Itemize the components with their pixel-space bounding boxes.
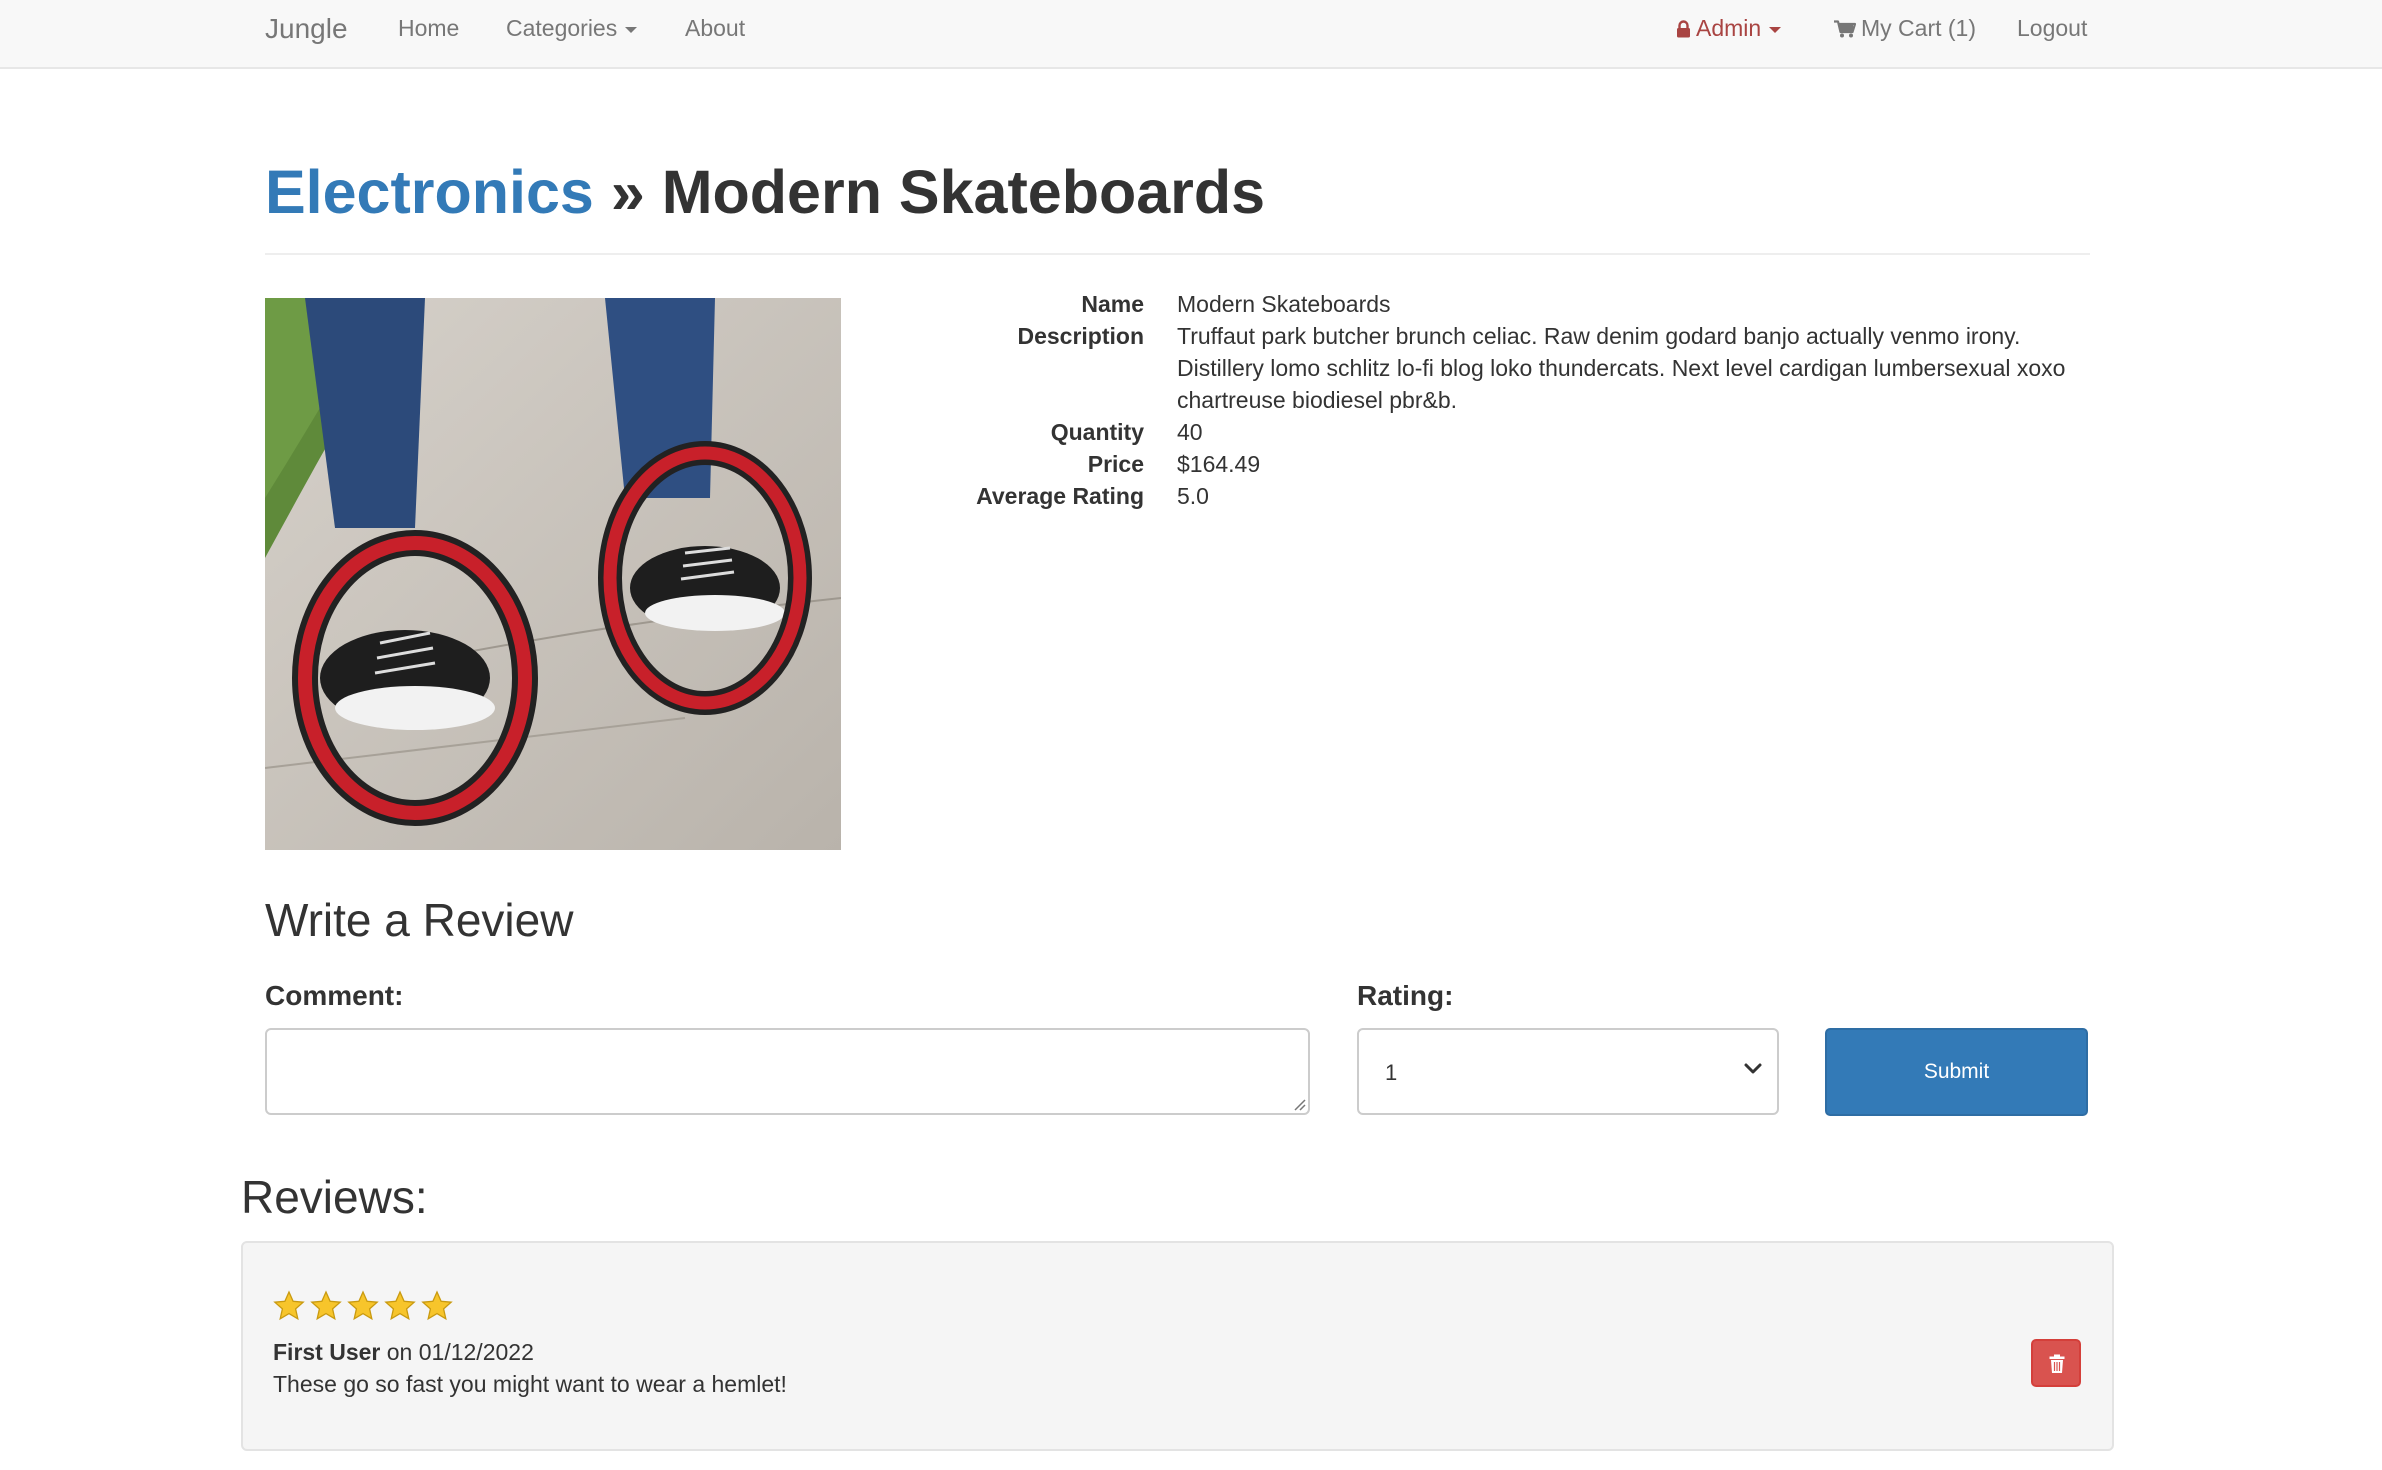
nav-home[interactable]: Home <box>398 0 459 57</box>
caret-down-icon <box>625 26 638 33</box>
detail-row-rating: Average Rating 5.0 <box>0 480 2382 512</box>
review-stars <box>273 1290 453 1322</box>
page-title: Electronics » Modern Skateboards <box>265 150 1265 234</box>
shopping-cart-icon <box>1834 20 1856 38</box>
breadcrumb-product: Modern Skateboards <box>661 158 1266 226</box>
star-icon <box>384 1290 416 1321</box>
top-navbar: Jungle Home Categories About Admin My Ca… <box>0 0 2382 69</box>
review-meta: First User on 01/12/2022 <box>273 1339 534 1366</box>
submit-review-button[interactable]: Submit <box>1825 1028 2088 1116</box>
review-on: on <box>386 1339 413 1365</box>
comment-label: Comment: <box>265 980 404 1011</box>
comment-textarea[interactable] <box>265 1028 1310 1115</box>
breadcrumb-separator: » <box>610 158 645 226</box>
title-divider <box>265 253 2090 255</box>
detail-label-price: Price <box>1087 451 1144 477</box>
detail-row-quantity: Quantity 40 <box>0 416 2382 448</box>
nav-admin-dropdown[interactable]: Admin <box>1676 0 1782 57</box>
detail-row-description: Description Truffaut park butcher brunch… <box>0 320 2382 416</box>
rating-select[interactable]: 1 <box>1357 1028 1779 1115</box>
nav-cart[interactable]: My Cart (1) <box>1834 0 1976 57</box>
detail-label-rating: Average Rating <box>976 483 1144 509</box>
detail-label-quantity: Quantity <box>1050 419 1144 445</box>
nav-categories-dropdown[interactable]: Categories <box>506 0 638 57</box>
detail-value-description: Truffaut park butcher brunch celiac. Raw… <box>1177 323 2066 413</box>
delete-review-button[interactable] <box>2031 1339 2081 1387</box>
review-text: These go so fast you might want to wear … <box>273 1371 787 1397</box>
detail-row-name: Name Modern Skateboards <box>0 288 2382 320</box>
detail-label-name: Name <box>1081 291 1144 317</box>
detail-value-quantity: 40 <box>1177 419 1203 445</box>
nav-about[interactable]: About <box>685 0 745 57</box>
star-icon <box>273 1290 305 1321</box>
detail-value-price: $164.49 <box>1177 451 1261 477</box>
star-icon <box>421 1290 453 1321</box>
review-card: First User on 01/12/2022 These go so fas… <box>241 1241 2114 1451</box>
nav-categories-label: Categories <box>506 15 618 41</box>
review-author: First User <box>273 1339 381 1365</box>
star-icon <box>310 1290 342 1321</box>
chevron-down-icon <box>1744 1063 1762 1074</box>
nav-cart-label: My Cart (1) <box>1861 15 1976 41</box>
resize-handle-icon[interactable] <box>1292 1097 1306 1111</box>
review-date: 01/12/2022 <box>418 1339 534 1365</box>
reviews-heading: Reviews: <box>241 1171 428 1223</box>
brand-link[interactable]: Jungle <box>265 0 348 57</box>
trash-icon <box>2049 1354 2065 1373</box>
caret-down-icon <box>1769 26 1782 33</box>
rating-label: Rating: <box>1357 980 1454 1011</box>
rating-select-value: 1 <box>1385 1060 1398 1085</box>
star-icon <box>347 1290 379 1321</box>
detail-value-name: Modern Skateboards <box>1177 291 1391 317</box>
nav-logout[interactable]: Logout <box>2017 0 2087 57</box>
nav-admin-label: Admin <box>1696 15 1762 41</box>
detail-row-price: Price $164.49 <box>0 448 2382 480</box>
detail-label-description: Description <box>1017 323 1144 349</box>
write-review-heading: Write a Review <box>265 894 574 946</box>
detail-value-rating: 5.0 <box>1177 483 1209 509</box>
breadcrumb-category-link[interactable]: Electronics <box>265 158 594 226</box>
lock-icon <box>1677 20 1690 38</box>
